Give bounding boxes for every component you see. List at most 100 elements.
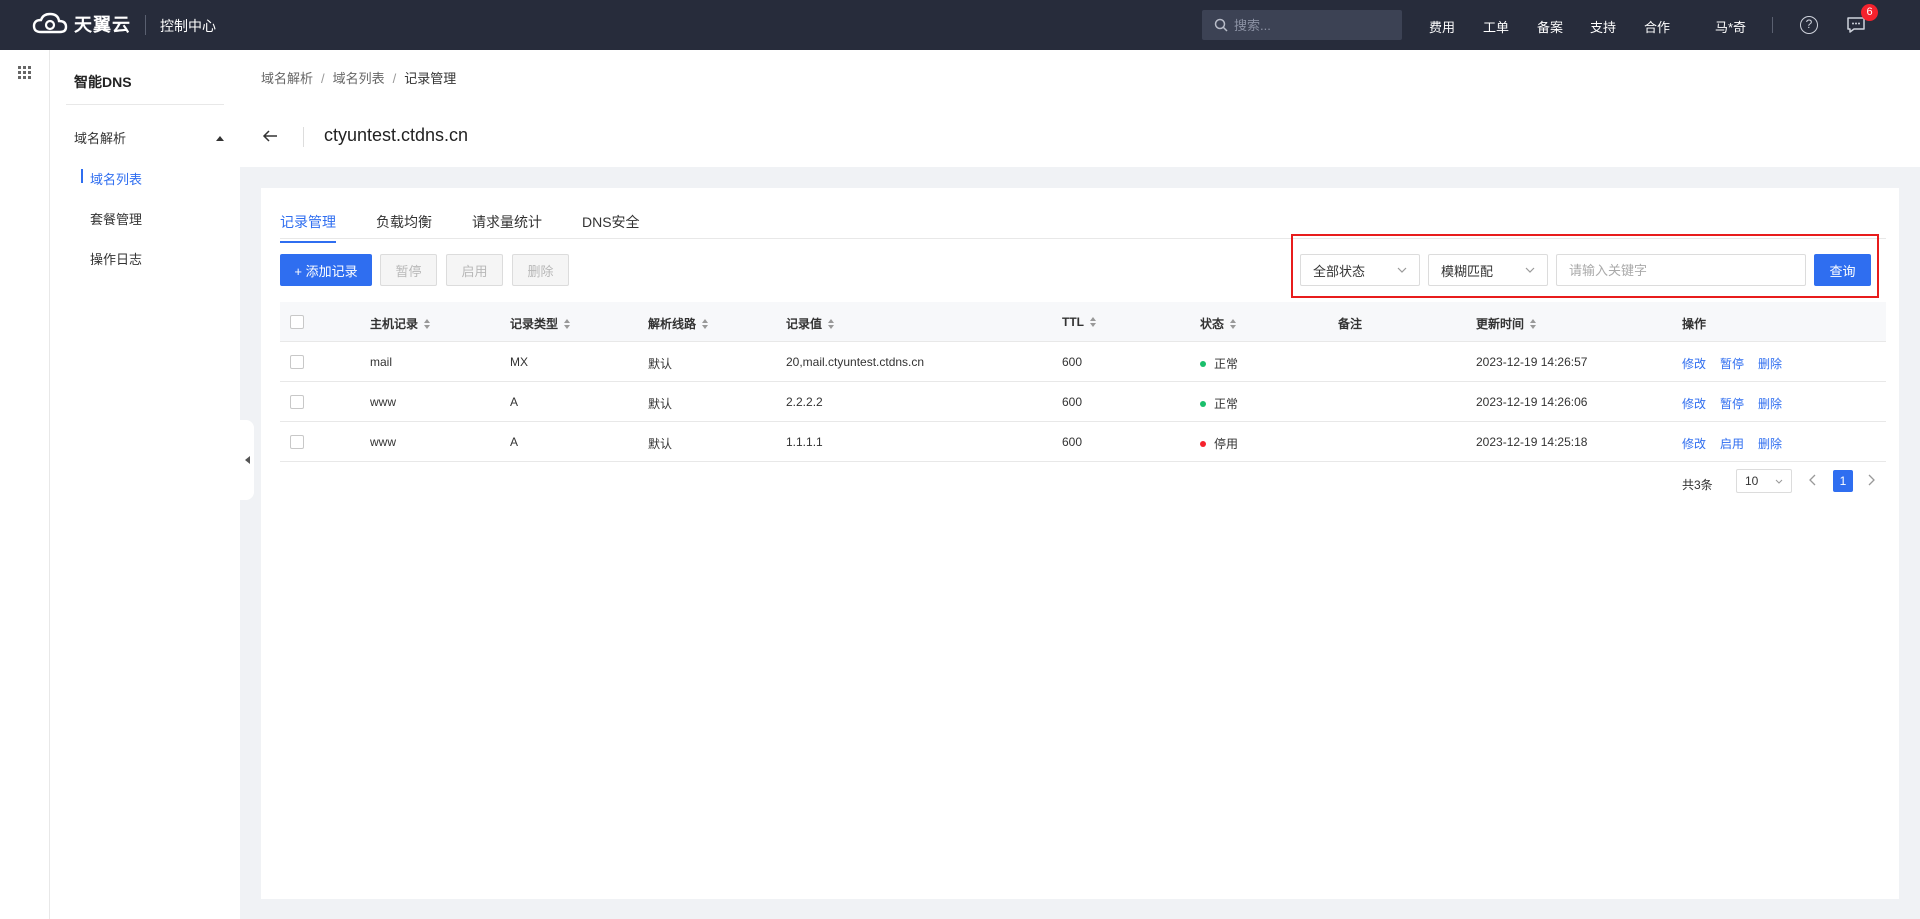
cell-status: 正常 bbox=[1200, 355, 1238, 372]
chevron-left-icon[interactable] bbox=[1809, 473, 1817, 487]
notification-badge: 6 bbox=[1861, 4, 1878, 21]
edit-link[interactable]: 修改 bbox=[1682, 395, 1706, 412]
table-row: www A 默认 1.1.1.1 600 停用 2023-12-19 14:25… bbox=[280, 422, 1886, 462]
column-label: 主机记录 bbox=[370, 317, 419, 331]
cell-ttl: 600 bbox=[1062, 355, 1083, 369]
row-checkbox[interactable] bbox=[290, 435, 304, 449]
global-search[interactable] bbox=[1202, 10, 1402, 40]
row-checkbox[interactable] bbox=[290, 355, 304, 369]
cloud-logo-icon bbox=[32, 12, 68, 34]
pagination-total: 共3条 bbox=[1682, 478, 1713, 492]
match-mode-select[interactable]: 模糊匹配 bbox=[1428, 254, 1548, 286]
keyword-input[interactable] bbox=[1556, 254, 1806, 286]
cell-updated: 2023-12-19 14:26:57 bbox=[1476, 355, 1588, 369]
checkbox-box bbox=[290, 395, 304, 409]
console-title[interactable]: 控制中心 bbox=[160, 16, 216, 36]
cell-actions: 修改 暂停 删除 bbox=[1682, 395, 1796, 412]
pause-link[interactable]: 暂停 bbox=[1720, 395, 1744, 412]
cell-host: www bbox=[370, 395, 396, 409]
edit-link[interactable]: 修改 bbox=[1682, 435, 1706, 452]
delete-link[interactable]: 删除 bbox=[1758, 355, 1782, 372]
nav-cooperation[interactable]: 合作 bbox=[1644, 17, 1670, 36]
product-rail bbox=[0, 50, 50, 919]
records-card: 记录管理 负载均衡 请求量统计 DNS安全 + 添加记录 暂停 启用 删除 全部… bbox=[261, 188, 1899, 899]
row-checkbox[interactable] bbox=[290, 395, 304, 409]
enable-link[interactable]: 启用 bbox=[1720, 435, 1744, 452]
sidebar-group-domain-resolution[interactable]: 域名解析 bbox=[74, 128, 224, 147]
status-dot bbox=[1200, 400, 1206, 407]
add-record-button[interactable]: + 添加记录 bbox=[280, 254, 372, 286]
nav-fees[interactable]: 费用 bbox=[1429, 17, 1455, 36]
user-menu[interactable]: 马*奇 bbox=[1715, 17, 1746, 36]
chevron-down-icon bbox=[1775, 479, 1783, 484]
sidebar-item-plan-management[interactable]: 套餐管理 bbox=[90, 209, 142, 228]
sidebar-group-label: 域名解析 bbox=[74, 131, 127, 146]
cell-host: www bbox=[370, 435, 396, 449]
column-label: 解析线路 bbox=[648, 317, 697, 331]
cell-line: 默认 bbox=[648, 397, 673, 411]
sidebar-item-domain-list[interactable]: 域名列表 bbox=[90, 169, 142, 188]
nav-filing[interactable]: 备案 bbox=[1537, 17, 1563, 36]
query-button[interactable]: 查询 bbox=[1814, 254, 1871, 286]
column-header-host[interactable]: 主机记录 bbox=[370, 315, 431, 332]
cell-updated: 2023-12-19 14:25:18 bbox=[1476, 435, 1588, 449]
active-indicator bbox=[81, 169, 83, 183]
column-header-remark: 备注 bbox=[1338, 317, 1363, 331]
page-number-current[interactable]: 1 bbox=[1833, 470, 1853, 492]
sidebar: 智能DNS 域名解析 域名列表 套餐管理 操作日志 bbox=[50, 50, 240, 919]
breadcrumb-item-domain-resolution[interactable]: 域名解析 bbox=[261, 71, 313, 86]
help-icon[interactable]: ? bbox=[1800, 16, 1818, 34]
enable-button[interactable]: 启用 bbox=[446, 254, 503, 286]
sidebar-title: 智能DNS bbox=[74, 74, 132, 90]
brand-name: 天翼云 bbox=[74, 15, 131, 35]
edit-link[interactable]: 修改 bbox=[1682, 355, 1706, 372]
cell-actions: 修改 暂停 删除 bbox=[1682, 355, 1796, 372]
nav-support[interactable]: 支持 bbox=[1590, 17, 1616, 36]
divider bbox=[1772, 17, 1773, 33]
breadcrumb-item-current: 记录管理 bbox=[404, 71, 457, 86]
table-header: 主机记录 记录类型 解析线路 记录值 TTL 状态 备注 更新时间 操作 bbox=[280, 302, 1886, 342]
chevron-right-icon[interactable] bbox=[1867, 473, 1875, 487]
status-filter-select[interactable]: 全部状态 bbox=[1300, 254, 1420, 286]
sidebar-item-operation-log[interactable]: 操作日志 bbox=[90, 249, 142, 268]
pause-link[interactable]: 暂停 bbox=[1720, 355, 1744, 372]
cell-actions: 修改 启用 删除 bbox=[1682, 435, 1796, 452]
chevron-down-icon bbox=[1397, 267, 1407, 273]
cell-line: 默认 bbox=[648, 357, 673, 371]
brand-logo[interactable]: 天翼云 bbox=[32, 10, 131, 38]
status-filter-value: 全部状态 bbox=[1313, 263, 1366, 279]
column-header-type[interactable]: 记录类型 bbox=[510, 315, 571, 332]
sort-icon bbox=[1090, 317, 1096, 327]
breadcrumb: 域名解析 / 域名列表 / 记录管理 bbox=[261, 68, 456, 87]
cell-type: A bbox=[510, 395, 519, 409]
status-label: 正常 bbox=[1214, 397, 1239, 411]
breadcrumb-item-domain-list[interactable]: 域名列表 bbox=[333, 71, 385, 86]
nav-tickets[interactable]: 工单 bbox=[1483, 17, 1509, 36]
cell-value: 2.2.2.2 bbox=[786, 395, 823, 409]
delete-link[interactable]: 删除 bbox=[1758, 435, 1782, 452]
column-label: 记录类型 bbox=[510, 317, 559, 331]
records-table: 主机记录 记录类型 解析线路 记录值 TTL 状态 备注 更新时间 操作 mai… bbox=[280, 302, 1886, 462]
column-header-status[interactable]: 状态 bbox=[1200, 315, 1237, 332]
apps-grid-icon[interactable] bbox=[18, 66, 32, 80]
delete-link[interactable]: 删除 bbox=[1758, 395, 1782, 412]
delete-button[interactable]: 删除 bbox=[512, 254, 569, 286]
column-header-updated[interactable]: 更新时间 bbox=[1476, 315, 1537, 332]
column-header-value[interactable]: 记录值 bbox=[786, 315, 835, 332]
back-arrow-icon[interactable] bbox=[262, 129, 278, 143]
search-icon bbox=[1214, 18, 1228, 32]
match-mode-value: 模糊匹配 bbox=[1441, 263, 1494, 279]
page-title: ctyuntest.ctdns.cn bbox=[324, 125, 469, 145]
column-header-line[interactable]: 解析线路 bbox=[648, 315, 709, 332]
column-header-ttl[interactable]: TTL bbox=[1062, 315, 1096, 329]
cell-ttl: 600 bbox=[1062, 435, 1083, 449]
cell-type: MX bbox=[510, 355, 528, 369]
column-header-actions: 操作 bbox=[1682, 317, 1707, 331]
sidebar-collapse-handle[interactable] bbox=[240, 420, 254, 500]
search-input[interactable] bbox=[1234, 17, 1394, 33]
pause-button[interactable]: 暂停 bbox=[380, 254, 437, 286]
table-row: mail MX 默认 20,mail.ctyuntest.ctdns.cn 60… bbox=[280, 342, 1886, 382]
status-label: 正常 bbox=[1214, 357, 1239, 371]
page-size-select[interactable]: 10 bbox=[1736, 469, 1792, 493]
select-all-checkbox[interactable] bbox=[290, 315, 304, 329]
